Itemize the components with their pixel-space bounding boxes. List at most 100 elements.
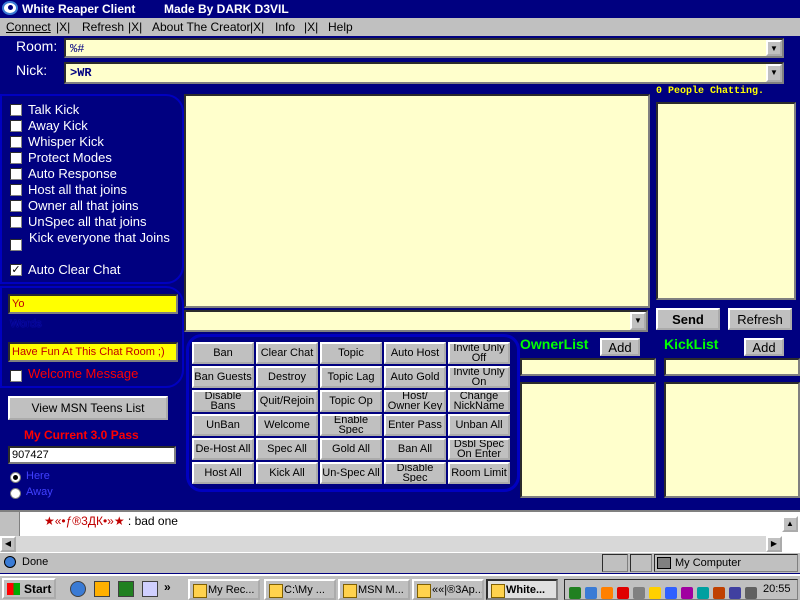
cmd-dsbl-spec-on-enter-button[interactable]: Dsbl Spec On Enter — [448, 438, 510, 460]
task-my-recent[interactable]: My Rec... — [188, 579, 260, 600]
task-msn[interactable]: MSN M... — [338, 579, 410, 600]
media-icon[interactable] — [94, 581, 110, 597]
cmd-change-nickname-button[interactable]: Change NickName — [448, 390, 510, 412]
cmd-topic-lag-button[interactable]: Topic Lag — [320, 366, 382, 388]
cmd-auto-host-button[interactable]: Auto Host — [384, 342, 446, 364]
radio-away-icon[interactable] — [10, 488, 21, 499]
scroll-up-icon[interactable]: ▲ — [782, 516, 798, 532]
checkbox-icon[interactable] — [10, 199, 22, 212]
menu-help[interactable]: Help — [328, 20, 353, 34]
menu-refresh[interactable]: Refresh — [82, 20, 124, 34]
cmd-quit-rejoin-button[interactable]: Quit/Rejoin — [256, 390, 318, 412]
menu-connect[interactable]: Connect — [6, 20, 51, 34]
checkbox-icon[interactable] — [10, 183, 22, 196]
scroll-right-icon[interactable]: ▶ — [766, 536, 782, 552]
tray-icon[interactable] — [681, 587, 693, 599]
checkbox-checked-icon[interactable]: ✓ — [10, 263, 22, 276]
chevron-down-icon[interactable]: ▼ — [766, 64, 782, 82]
refresh-button[interactable]: Refresh — [728, 308, 792, 330]
cmd-unban-button[interactable]: UnBan — [192, 414, 254, 436]
cmd-disable-bans-button[interactable]: Disable Bans — [192, 390, 254, 412]
tray-icon[interactable] — [649, 587, 661, 599]
task-white-reaper[interactable]: White... — [486, 579, 558, 600]
cmd-auto-gold-button[interactable]: Auto Gold — [384, 366, 446, 388]
cmd-spec-all-button[interactable]: Spec All — [256, 438, 318, 460]
cmd-clear-chat-button[interactable]: Clear Chat — [256, 342, 318, 364]
tray-icon[interactable] — [729, 587, 741, 599]
response-field[interactable]: Yo — [8, 294, 178, 314]
radio-here-icon[interactable] — [10, 472, 21, 483]
ownerlist-box[interactable] — [520, 382, 656, 498]
option-auto-response[interactable]: Auto Response — [10, 166, 117, 181]
tray-icon[interactable] — [601, 587, 613, 599]
kicklist-add-button[interactable]: Add — [744, 338, 784, 356]
cmd-invite-unly-off-button[interactable]: Invite Unly Off — [448, 342, 510, 364]
cmd-de-host-all-button[interactable]: De-Host All — [192, 438, 254, 460]
option-host-all[interactable]: Host all that joins — [10, 182, 127, 197]
cmd-welcome-button[interactable]: Welcome — [256, 414, 318, 436]
send-button[interactable]: Send — [656, 308, 720, 330]
view-msn-teens-list-button[interactable]: View MSN Teens List — [8, 396, 168, 420]
log-area[interactable]: ★«•ƒ®3ДК•»★ : bad one ▲ ◀ ▶ — [0, 510, 800, 554]
chevron-down-icon[interactable]: ▼ — [630, 312, 646, 330]
start-button[interactable]: Start — [2, 578, 56, 599]
ownerlist-input[interactable] — [520, 358, 656, 376]
tray-icon[interactable] — [713, 587, 725, 599]
cmd-host-all-button[interactable]: Host All — [192, 462, 254, 484]
tray-icon[interactable] — [697, 587, 709, 599]
message-input[interactable]: ▼ — [184, 310, 648, 332]
app-quick-icon[interactable] — [118, 581, 134, 597]
kicklist-input[interactable] — [664, 358, 800, 376]
checkbox-icon[interactable] — [10, 151, 22, 164]
option-unspec-all[interactable]: UnSpec all that joins — [10, 214, 147, 229]
cmd-un-spec-all-button[interactable]: Un-Spec All — [320, 462, 382, 484]
cmd-topic-op-button[interactable]: Topic Op — [320, 390, 382, 412]
cmd-host-owner-key-button[interactable]: Host/ Owner Key — [384, 390, 446, 412]
tray-icon[interactable] — [617, 587, 629, 599]
pass-field[interactable]: 907427 — [8, 446, 176, 464]
horizontal-scrollbar[interactable]: ◀ ▶ — [0, 536, 782, 552]
volume-icon[interactable] — [633, 587, 645, 599]
option-talk-kick[interactable]: Talk Kick — [10, 102, 79, 117]
welcome-field[interactable]: Have Fun At This Chat Room ;) — [8, 342, 178, 362]
checkbox-icon[interactable] — [10, 239, 22, 251]
cmd-destroy-button[interactable]: Destroy — [256, 366, 318, 388]
menu-about-creator[interactable]: About The Creator — [152, 20, 251, 34]
tray-icon[interactable] — [569, 587, 581, 599]
cmd-kick-all-button[interactable]: Kick All — [256, 462, 318, 484]
cmd-ban-guests-button[interactable]: Ban Guests — [192, 366, 254, 388]
app-quick-icon[interactable] — [142, 581, 158, 597]
option-whisper-kick[interactable]: Whisper Kick — [10, 134, 104, 149]
menu-info[interactable]: Info — [275, 20, 295, 34]
title-bar[interactable]: White Reaper Client Made By DARK D3VIL — [0, 0, 800, 18]
checkbox-icon[interactable] — [10, 119, 22, 132]
cmd-ban-all-button[interactable]: Ban All — [384, 438, 446, 460]
chevron-down-icon[interactable]: ▼ — [766, 40, 782, 56]
tray-icon[interactable] — [665, 587, 677, 599]
cmd-enter-pass-button[interactable]: Enter Pass — [384, 414, 446, 436]
option-owner-all[interactable]: Owner all that joins — [10, 198, 139, 213]
welcome-checkbox-icon[interactable] — [10, 369, 22, 382]
option-auto-clear-chat[interactable]: ✓ Auto Clear Chat — [10, 262, 121, 277]
option-kick-everyone[interactable]: Kick everyone that Joins — [10, 230, 170, 251]
ownerlist-add-button[interactable]: Add — [600, 338, 640, 356]
scroll-left-icon[interactable]: ◀ — [0, 536, 16, 552]
task-c-my[interactable]: C:\My ... — [264, 579, 336, 600]
people-list[interactable] — [656, 102, 796, 300]
nick-combo[interactable]: >WR ▼ — [64, 62, 784, 84]
ie-icon[interactable] — [70, 581, 86, 597]
option-away-kick[interactable]: Away Kick — [10, 118, 88, 133]
room-combo[interactable]: %# ▼ — [64, 38, 784, 58]
tray-icon[interactable] — [745, 587, 757, 599]
option-protect-modes[interactable]: Protect Modes — [10, 150, 112, 165]
cmd-room-limit-button[interactable]: Room Limit — [448, 462, 510, 484]
cmd-topic-button[interactable]: Topic — [320, 342, 382, 364]
kicklist-box[interactable] — [664, 382, 800, 498]
tray-icon[interactable] — [585, 587, 597, 599]
task-chat[interactable]: ««|®3Ap... — [412, 579, 484, 600]
cmd-gold-all-button[interactable]: Gold All — [320, 438, 382, 460]
checkbox-icon[interactable] — [10, 167, 22, 180]
chat-display[interactable] — [184, 94, 650, 308]
quicklaunch-more-icon[interactable]: » — [164, 580, 171, 594]
cmd-enable-spec-button[interactable]: Enable Spec — [320, 414, 382, 436]
